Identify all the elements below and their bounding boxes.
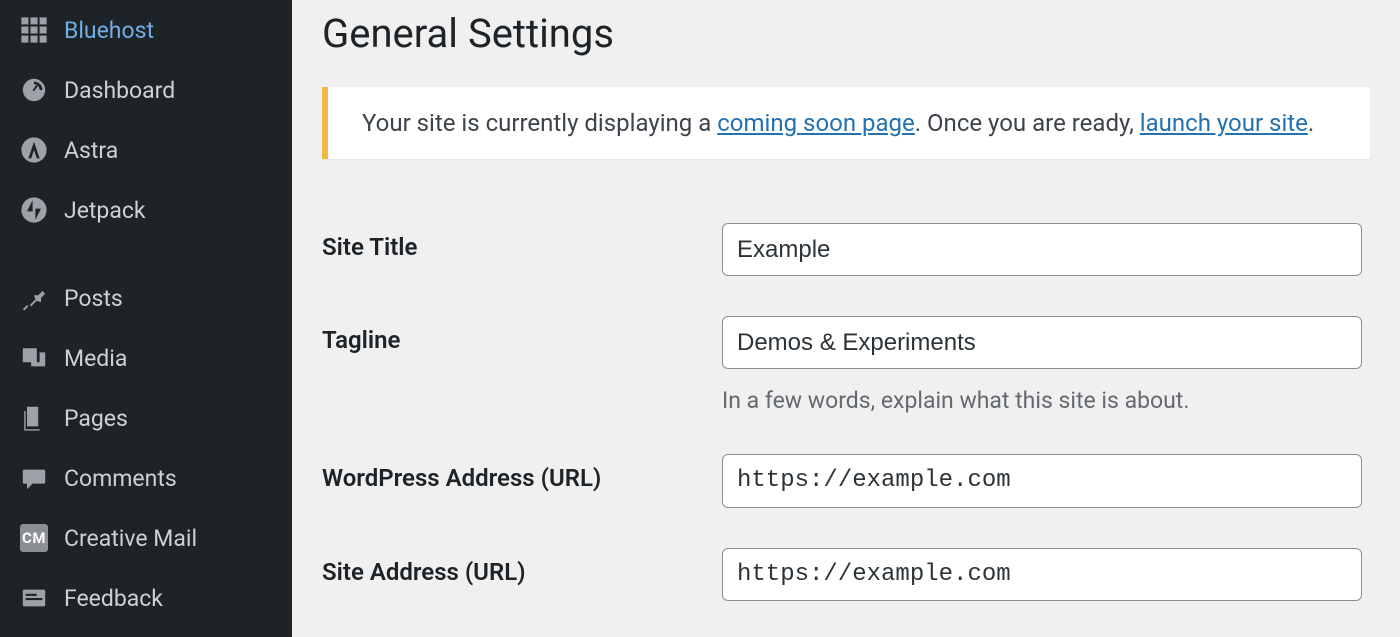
dashboard-icon xyxy=(18,74,50,106)
main-content: General Settings Your site is currently … xyxy=(292,0,1400,637)
feedback-icon xyxy=(18,582,50,614)
notice-text: . Once you are ready, xyxy=(915,109,1140,137)
sidebar-item-comments[interactable]: Comments xyxy=(0,448,292,508)
site-address-input[interactable] xyxy=(722,548,1362,601)
sidebar-item-label: Posts xyxy=(64,285,123,312)
astra-icon xyxy=(18,134,50,166)
launch-site-link[interactable]: launch your site xyxy=(1140,109,1308,137)
comments-icon xyxy=(18,462,50,494)
notice-text: Your site is currently displaying a xyxy=(362,109,717,137)
sidebar-item-bluehost[interactable]: Bluehost xyxy=(0,0,292,60)
admin-sidebar: Bluehost Dashboard Astra Jetpack Posts M… xyxy=(0,0,292,637)
grid-icon xyxy=(18,14,50,46)
sidebar-item-label: Comments xyxy=(64,465,177,492)
sidebar-item-posts[interactable]: Posts xyxy=(0,268,292,328)
sidebar-item-dashboard[interactable]: Dashboard xyxy=(0,60,292,120)
sidebar-item-jetpack[interactable]: Jetpack xyxy=(0,180,292,240)
tagline-input[interactable] xyxy=(722,316,1362,369)
sidebar-item-feedback[interactable]: Feedback xyxy=(0,568,292,628)
wp-address-label: WordPress Address (URL) xyxy=(322,434,722,527)
sidebar-item-media[interactable]: Media xyxy=(0,328,292,388)
site-title-label: Site Title xyxy=(322,203,722,296)
site-title-input[interactable] xyxy=(722,223,1362,276)
sidebar-item-label: Astra xyxy=(64,137,118,164)
media-icon xyxy=(18,342,50,374)
sidebar-item-label: Bluehost xyxy=(64,17,154,44)
sidebar-item-astra[interactable]: Astra xyxy=(0,120,292,180)
sidebar-item-label: Dashboard xyxy=(64,77,175,104)
notice-text: . xyxy=(1308,109,1314,137)
coming-soon-notice: Your site is currently displaying a comi… xyxy=(322,87,1370,159)
jetpack-icon xyxy=(18,194,50,226)
tagline-label: Tagline xyxy=(322,296,722,434)
sidebar-item-pages[interactable]: Pages xyxy=(0,388,292,448)
pages-icon xyxy=(18,402,50,434)
settings-form: Site Title Tagline In a few words, expla… xyxy=(322,203,1370,621)
sidebar-item-creative-mail[interactable]: CM Creative Mail xyxy=(0,508,292,568)
page-title: General Settings xyxy=(322,0,1370,79)
wp-address-input[interactable] xyxy=(722,454,1362,507)
tagline-description: In a few words, explain what this site i… xyxy=(722,387,1370,414)
site-address-label: Site Address (URL) xyxy=(322,528,722,621)
sidebar-item-label: Creative Mail xyxy=(64,525,197,552)
cm-icon: CM xyxy=(18,522,50,554)
pin-icon xyxy=(18,282,50,314)
sidebar-item-label: Feedback xyxy=(64,585,163,612)
sidebar-item-label: Media xyxy=(64,345,127,372)
coming-soon-link[interactable]: coming soon page xyxy=(717,109,915,137)
sidebar-item-label: Pages xyxy=(64,405,128,432)
sidebar-item-label: Jetpack xyxy=(64,197,146,224)
